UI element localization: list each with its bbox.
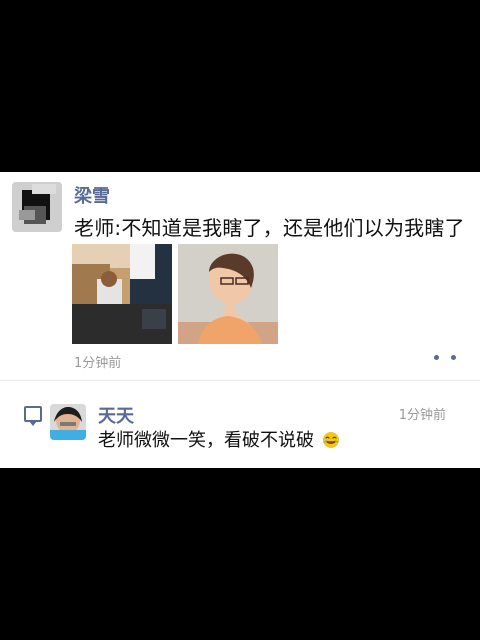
more-dot [451,354,456,360]
divider [0,380,480,381]
comment-icon [24,406,42,426]
comment-text: 老师微微一笑，看破不说破 [98,426,340,452]
comment-time: 1分钟前 [398,408,446,423]
commenter-avatar-image [50,404,86,440]
post-image-1[interactable] [72,244,172,344]
post-image-2[interactable] [178,244,278,344]
poster-avatar[interactable] [12,182,62,232]
commenter-avatar[interactable] [50,404,86,440]
more-icon[interactable] [434,348,456,366]
more-dot [434,354,439,360]
poster-name[interactable]: 梁雪 [74,182,110,208]
commenter-name[interactable]: 天天 [98,402,134,428]
moments-card: 梁雪 老师:不知道是我瞎了，还是他们以为我瞎了 1分钟前 天天 1分钟前 老师微… [0,172,480,468]
classroom-photo [72,244,172,344]
post-time: 1分钟前 [74,356,122,371]
post-text: 老师:不知道是我瞎了，还是他们以为我瞎了 [74,216,465,240]
poster-avatar-image [12,182,62,232]
teacher-photo [178,244,278,344]
laughing-emoji-icon [322,431,340,449]
comment-body: 老师微微一笑，看破不说破 [98,430,314,451]
